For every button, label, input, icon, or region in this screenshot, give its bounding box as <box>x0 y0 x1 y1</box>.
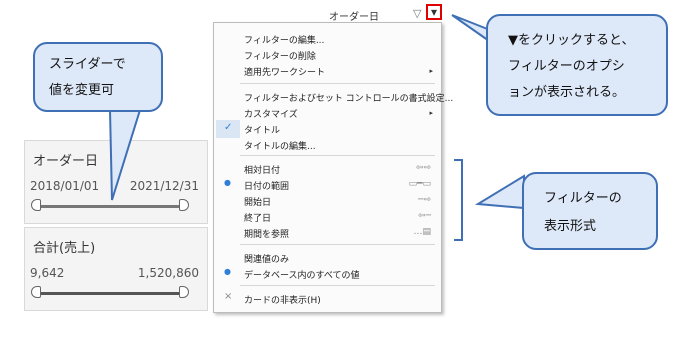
filter-header-title: オーダー日 <box>329 12 379 23</box>
menu-item-relevant-values[interactable]: 関連値のみ <box>244 252 289 265</box>
callout-slider: スライダーで 値を変更可 <box>33 42 163 112</box>
callout-dropdown: ▼をクリックすると、 フィルターのオプシ ョンが表示される。 <box>486 14 668 116</box>
menu-item-format-controls[interactable]: フィルターおよびセット コントロールの書式設定... <box>244 91 453 104</box>
callout-line: ▼をクリックすると、 <box>508 33 635 48</box>
submenu-arrow-icon: ▸ <box>429 67 433 75</box>
dropdown-icon[interactable]: ▾ <box>426 4 442 20</box>
callout-line: 表示形式 <box>544 219 597 234</box>
menu-separator <box>240 285 435 286</box>
relative-date-icon: ⇦⇨ <box>415 163 431 173</box>
date-range-icon: ▭━▭ <box>408 179 431 189</box>
menu-item-customize[interactable]: カスタマイズ <box>244 107 298 120</box>
menu-separator <box>240 155 435 156</box>
callout-display-format: フィルターの 表示形式 <box>522 172 658 250</box>
end-date-icon: ⇦─ <box>418 211 431 221</box>
menu-item-title[interactable]: タイトル <box>244 123 280 136</box>
menu-separator <box>240 244 435 245</box>
menu-separator <box>240 83 435 84</box>
bracket <box>454 159 463 241</box>
menu-item-date-range[interactable]: 日付の範囲 <box>244 179 289 192</box>
menu-item-end-date[interactable]: 終了日 <box>244 211 271 224</box>
callout-line: ョンが表示される。 <box>508 85 626 100</box>
browse-periods-icon: …▤ <box>413 227 431 237</box>
menu-item-start-date[interactable]: 開始日 <box>244 195 271 208</box>
menu-item-edit-filter[interactable]: フィルターの編集... <box>244 33 324 46</box>
filter-options-menu: フィルターの編集... フィルターの削除 適用先ワークシート ▸ フィルターおよ… <box>213 22 453 313</box>
submenu-arrow-icon: ▸ <box>429 109 433 117</box>
selected-bullet-icon: ● <box>224 267 231 276</box>
callout-line: スライダーで <box>49 57 126 72</box>
filter-header: オーダー日 ▽ ▾ <box>325 4 442 23</box>
menu-item-remove-filter[interactable]: フィルターの削除 <box>244 49 316 62</box>
close-icon: × <box>224 291 233 302</box>
menu-item-edit-title[interactable]: タイトルの編集... <box>244 139 316 152</box>
menu-item-apply-worksheets[interactable]: 適用先ワークシート <box>244 65 325 78</box>
funnel-icon: ▽ <box>413 7 422 20</box>
check-icon: ✓ <box>224 122 233 133</box>
selected-bullet-icon: ● <box>224 178 231 187</box>
start-date-icon: ─⇨ <box>418 195 431 205</box>
menu-item-all-database-values[interactable]: データベース内のすべての値 <box>244 268 360 281</box>
callout-line: フィルターのオプシ <box>508 59 625 74</box>
menu-item-hide-card[interactable]: カードの非表示(H) <box>244 293 321 306</box>
menu-item-relative-date[interactable]: 相対日付 <box>244 163 280 176</box>
callout-line: 値を変更可 <box>49 83 115 98</box>
callout-line: フィルターの <box>544 191 622 206</box>
menu-item-browse-periods[interactable]: 期間を参照 <box>244 227 289 240</box>
